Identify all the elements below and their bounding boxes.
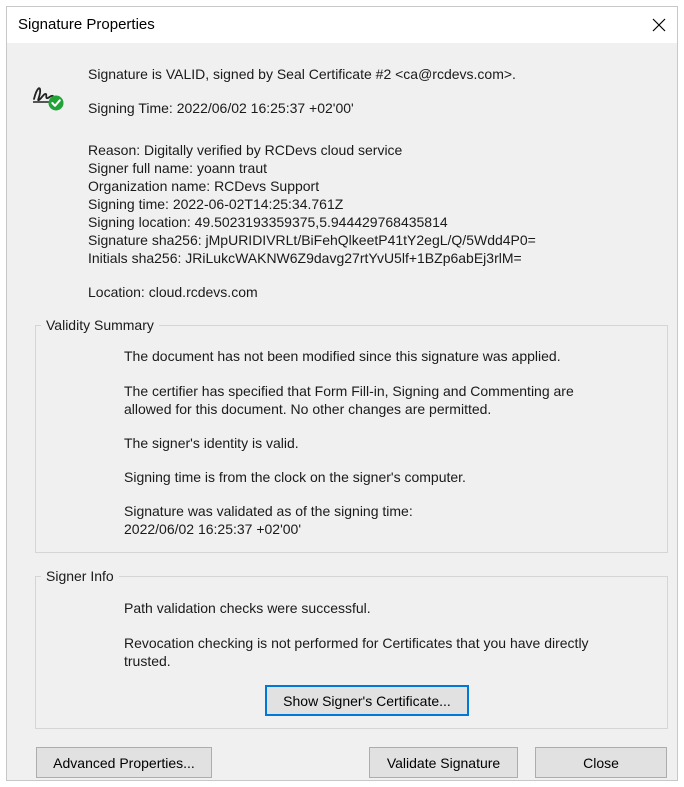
signature-status: Signature is VALID, signed by Seal Certi…: [88, 66, 516, 82]
dialog-title: Signature Properties: [18, 16, 155, 33]
title-bar: Signature Properties: [7, 7, 677, 43]
detail-signing-time: Signing time: 2022-06-02T14:25:34.761Z: [88, 196, 344, 212]
detail-signing-location: Signing location: 49.5023193359375,5.944…: [88, 214, 448, 230]
validity-clock: Signing time is from the clock on the si…: [124, 469, 466, 485]
signer-info-title: Signer Info: [41, 567, 119, 585]
validity-validated-as-of: Signature was validated as of the signin…: [124, 503, 413, 519]
detail-signer-name: Signer full name: yoann traut: [88, 160, 267, 176]
detail-initials-hash: Initials sha256: JRiLukcWAKNW6Z9davg27rt…: [88, 250, 522, 266]
validity-certifier-line-1: The certifier has specified that Form Fi…: [124, 383, 574, 399]
validate-signature-button[interactable]: Validate Signature: [369, 747, 518, 778]
signing-time: Signing Time: 2022/06/02 16:25:37 +02'00…: [88, 100, 354, 116]
signature-properties-dialog: Signature Properties Signature is VALID,…: [6, 6, 678, 781]
validity-unmodified: The document has not been modified since…: [124, 348, 561, 364]
detail-organization: Organization name: RCDevs Support: [88, 178, 320, 194]
validity-validated-time: 2022/06/02 16:25:37 +02'00': [124, 521, 302, 537]
advanced-properties-button[interactable]: Advanced Properties...: [36, 747, 212, 778]
close-icon[interactable]: [641, 7, 677, 43]
validity-summary-title: Validity Summary: [41, 316, 159, 334]
valid-signature-icon: [33, 87, 64, 111]
signer-revocation-line-2: trusted.: [124, 653, 171, 669]
validity-certifier-line-2: allowed for this document. No other chan…: [124, 401, 492, 417]
signer-path-validation: Path validation checks were successful.: [124, 600, 371, 616]
show-signers-certificate-button[interactable]: Show Signer's Certificate...: [265, 685, 469, 716]
signature-location: Location: cloud.rcdevs.com: [88, 284, 258, 300]
detail-reason: Reason: Digitally verified by RCDevs clo…: [88, 142, 403, 158]
validity-identity: The signer's identity is valid.: [124, 435, 299, 451]
signer-revocation-line-1: Revocation checking is not performed for…: [124, 635, 589, 651]
detail-signature-hash: Signature sha256: jMpURIDIVRLt/BiFehQlke…: [88, 232, 536, 248]
close-button[interactable]: Close: [535, 747, 667, 778]
